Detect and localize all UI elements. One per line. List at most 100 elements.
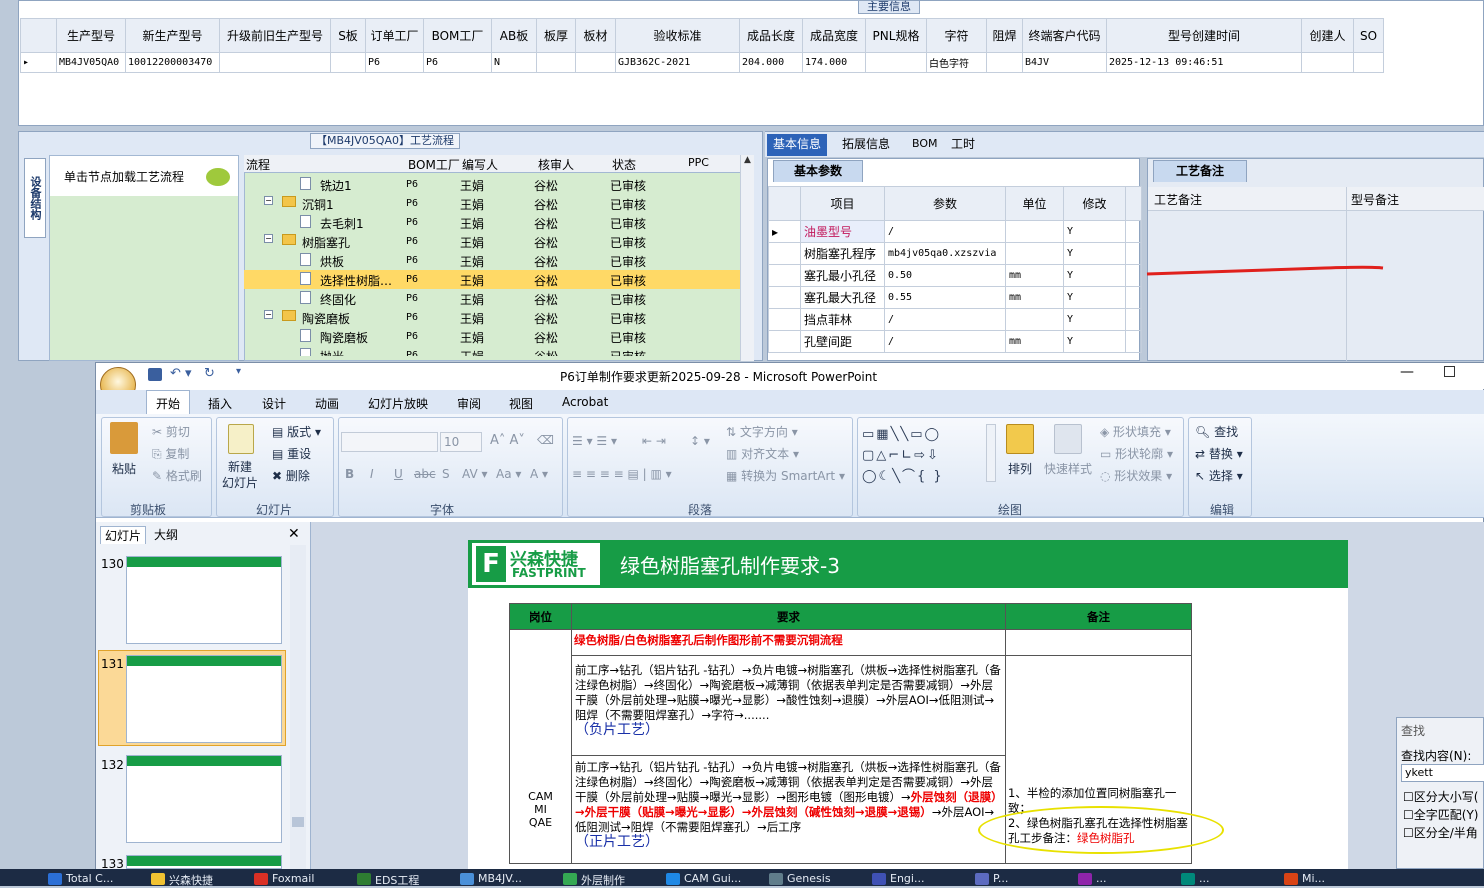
flow-row[interactable]: 去毛刺1 P6 王娟 谷松 已审核 <box>244 213 740 232</box>
font-color-icon[interactable]: A ▾ <box>530 467 548 481</box>
paste-button[interactable]: 粘贴 <box>112 460 136 477</box>
ribbon-tab-insert[interactable]: 插入 <box>208 395 232 412</box>
save-icon[interactable] <box>148 368 162 381</box>
collapse-toggle-icon[interactable]: − <box>264 234 273 243</box>
shapes-gallery[interactable]: ▭▦╲╲▭◯ ▢△⌐∟⇨⇩ ◯☾╲⌒{ } <box>862 424 944 487</box>
grid-column-header[interactable]: 订单工厂 <box>365 18 424 53</box>
slide-thumbnail-selected[interactable] <box>126 655 282 743</box>
grid-column-header[interactable]: 板材 <box>575 18 616 53</box>
find-input[interactable]: ykett <box>1401 764 1484 782</box>
grid-column-header[interactable]: 升级前旧生产型号 <box>219 18 331 53</box>
change-case-icon[interactable]: Aa ▾ <box>496 467 521 481</box>
clear-format-icon[interactable]: ⌫ <box>537 433 554 447</box>
taskbar-app-icon[interactable] <box>769 873 783 885</box>
grid-column-header[interactable]: BOM工厂 <box>423 18 492 53</box>
ribbon-tab-review[interactable]: 审阅 <box>457 395 481 412</box>
param-modify[interactable]: Y <box>1063 286 1126 309</box>
grid-cell[interactable] <box>330 52 366 73</box>
find-button[interactable]: 🔍︎ 查找 <box>1195 423 1238 440</box>
ribbon-tab-acrobat[interactable]: Acrobat <box>562 395 608 409</box>
grid-cell[interactable]: 白色字符 <box>926 52 987 73</box>
taskbar-app-icon[interactable] <box>1078 873 1092 885</box>
reset-button[interactable]: ▤ 重设 <box>272 445 311 462</box>
row-indicator[interactable]: ▸ <box>20 52 57 73</box>
grid-data-row[interactable]: ▸ MB4JV05QA0 10012200003470 P6 P6 N GJB362C-2… <box>20 52 1384 73</box>
grid-column-header[interactable]: 阻焊 <box>986 18 1023 53</box>
grid-column-header[interactable]: PNL规格 <box>865 18 927 53</box>
new-slide-button[interactable]: 新建 幻灯片 <box>222 459 258 491</box>
taskbar-app-icon[interactable] <box>254 873 268 885</box>
row-indicator[interactable] <box>768 286 801 309</box>
flow-row-selected[interactable]: 选择性树脂… P6 王娟 谷松 已审核 <box>244 270 740 289</box>
param-value[interactable]: / <box>884 330 1006 353</box>
grid-column-header[interactable]: AB板 <box>491 18 537 53</box>
redo-icon[interactable]: ↻ <box>204 366 215 381</box>
ribbon-tab-view[interactable]: 视图 <box>509 395 533 412</box>
grid-column-header[interactable]: SO <box>1353 18 1384 53</box>
shadow-icon[interactable]: S <box>442 467 450 481</box>
delete-slide-button[interactable]: ✖ 删除 <box>272 467 310 484</box>
taskbar-app-icon[interactable] <box>872 873 886 885</box>
taskbar-app-icon[interactable] <box>563 873 577 885</box>
arrange-button[interactable]: 排列 <box>1008 460 1032 477</box>
taskbar-app-label[interactable]: Foxmail <box>272 872 314 885</box>
undo-icon[interactable]: ↶ ▾ <box>170 366 192 381</box>
new-slide-icon[interactable] <box>228 424 254 454</box>
tab-bom[interactable]: BOM <box>906 134 944 156</box>
italic-icon[interactable]: I <box>370 467 374 481</box>
grid-cell[interactable]: P6 <box>423 52 492 73</box>
ribbon-tab-animation[interactable]: 动画 <box>315 395 339 412</box>
grid-column-header[interactable]: 生产型号 <box>56 18 126 53</box>
taskbar-app-icon[interactable] <box>151 873 165 885</box>
paste-icon[interactable] <box>110 422 138 454</box>
underline-icon[interactable]: U <box>394 467 403 481</box>
flow-row[interactable]: 陶瓷磨板 P6 王娟 谷松 已审核 <box>244 327 740 346</box>
taskbar-app-icon[interactable] <box>48 873 62 885</box>
grid-cell[interactable] <box>536 52 576 73</box>
tab-basic-info[interactable]: 基本信息 <box>767 134 828 156</box>
taskbar-app-label[interactable]: ... <box>1199 872 1210 885</box>
grid-cell[interactable] <box>1301 52 1354 73</box>
taskbar-app-label[interactable]: Genesis <box>787 872 831 885</box>
ribbon-tab-slideshow[interactable]: 幻灯片放映 <box>368 395 428 412</box>
indent-icon[interactable]: ⇤ ⇥ <box>642 434 666 448</box>
param-value[interactable]: mb4jv05qa0.xzszvia <box>884 242 1006 265</box>
flow-row[interactable]: − 沉铜1 P6 王娟 谷松 已审核 <box>244 194 740 213</box>
font-name-combobox[interactable] <box>341 432 438 452</box>
taskbar-app-icon[interactable] <box>666 873 680 885</box>
row-indicator[interactable]: ▸ <box>768 220 801 243</box>
param-value[interactable]: / <box>884 308 1006 331</box>
grid-cell[interactable]: 2025-12-13 09:46:51 <box>1106 52 1302 73</box>
text-direction-button[interactable]: ⇅ 文字方向 ▾ <box>726 423 798 440</box>
shape-outline-button[interactable]: ▭ 形状轮廓 ▾ <box>1100 445 1173 462</box>
quick-styles-button[interactable]: 快速样式 <box>1044 460 1092 477</box>
grid-cell[interactable] <box>219 52 331 73</box>
align-text-button[interactable]: ▥ 对齐文本 ▾ <box>726 445 799 462</box>
flow-row[interactable]: 铣边1 P6 王娟 谷松 已审核 <box>244 175 740 194</box>
font-size-combobox[interactable]: 10 <box>440 432 482 452</box>
param-modify[interactable]: Y <box>1063 242 1126 265</box>
grid-cell[interactable] <box>986 52 1023 73</box>
taskbar-app-label[interactable]: Mi... <box>1302 872 1325 885</box>
taskbar-app-label[interactable]: CAM Gui... <box>684 872 741 885</box>
collapse-toggle-icon[interactable]: − <box>264 196 273 205</box>
align-icons[interactable]: ≡ ≡ ≡ ≡ ▤ | ▥ ▾ <box>572 467 672 481</box>
param-modify[interactable]: Y <box>1063 220 1126 243</box>
select-button[interactable]: ↖ 选择 ▾ <box>1195 467 1243 484</box>
grid-cell[interactable]: 174.000 <box>802 52 866 73</box>
collapse-toggle-icon[interactable]: − <box>264 310 273 319</box>
grid-cell[interactable]: N <box>491 52 537 73</box>
flow-row[interactable]: 抛光 P6 王娟 谷松 已审核 <box>244 346 740 356</box>
taskbar-app-icon[interactable] <box>975 873 989 885</box>
taskbar-app-label[interactable]: Total C... <box>66 872 113 885</box>
grid-column-header[interactable]: 创建人 <box>1301 18 1354 53</box>
grid-column-header[interactable]: 成品长度 <box>739 18 803 53</box>
pane-tab-slides[interactable]: 幻灯片 <box>100 526 147 544</box>
format-painter-button[interactable]: ✎ 格式刷 <box>152 467 202 484</box>
params-grid[interactable]: 项目 参数 单位 修改 ▸ 油墨型号 / Y 树脂塞孔程序 mb4jv05qa0… <box>768 186 1142 353</box>
grid-cell[interactable]: B4JV <box>1022 52 1107 73</box>
bullets-icon[interactable]: ☰ ▾ ☰ ▾ <box>572 434 617 448</box>
grid-column-header[interactable]: 终端客户代码 <box>1022 18 1107 53</box>
spacing-icon[interactable]: AV ▾ <box>462 467 488 481</box>
shapes-scroll[interactable] <box>986 424 996 482</box>
